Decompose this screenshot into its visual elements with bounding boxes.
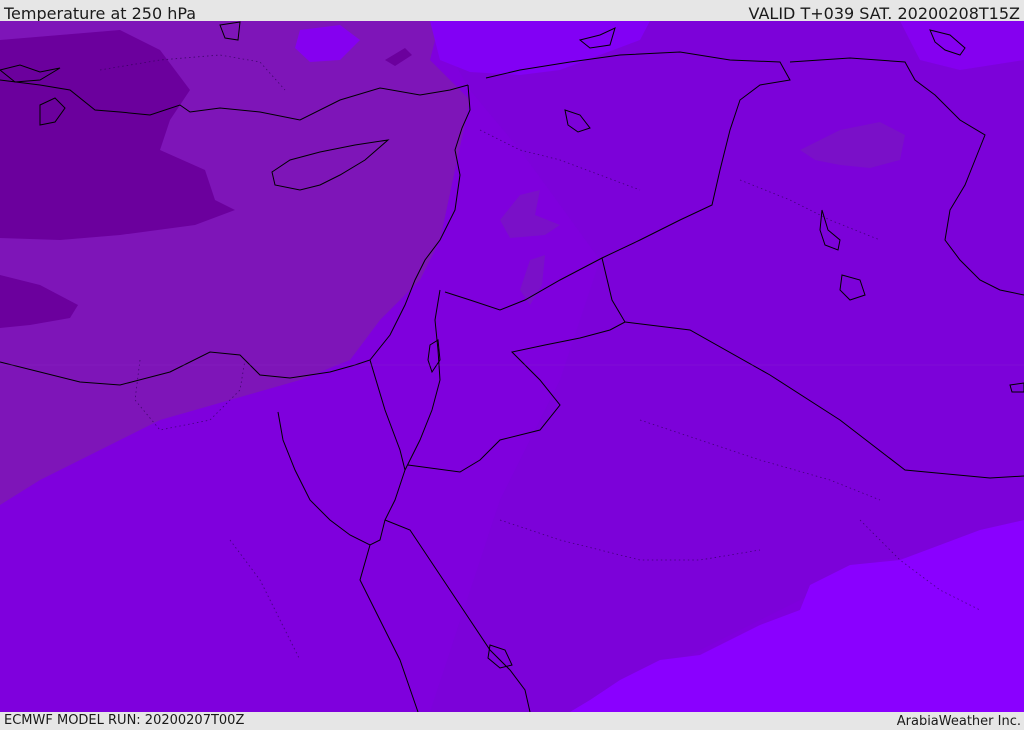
valid-time: VALID T+039 SAT. 20200208T15Z (748, 4, 1020, 21)
header-bar: Temperature at 250 hPa VALID T+039 SAT. … (0, 0, 1024, 21)
footer-bar: ECMWF MODEL RUN: 20200207T00Z ArabiaWeat… (0, 712, 1024, 729)
map-title: Temperature at 250 hPa (4, 4, 197, 21)
credit-label: ArabiaWeather Inc. (896, 714, 1021, 729)
temperature-map (0, 21, 1024, 712)
model-run-label: ECMWF MODEL RUN: 20200207T00Z (4, 713, 245, 728)
